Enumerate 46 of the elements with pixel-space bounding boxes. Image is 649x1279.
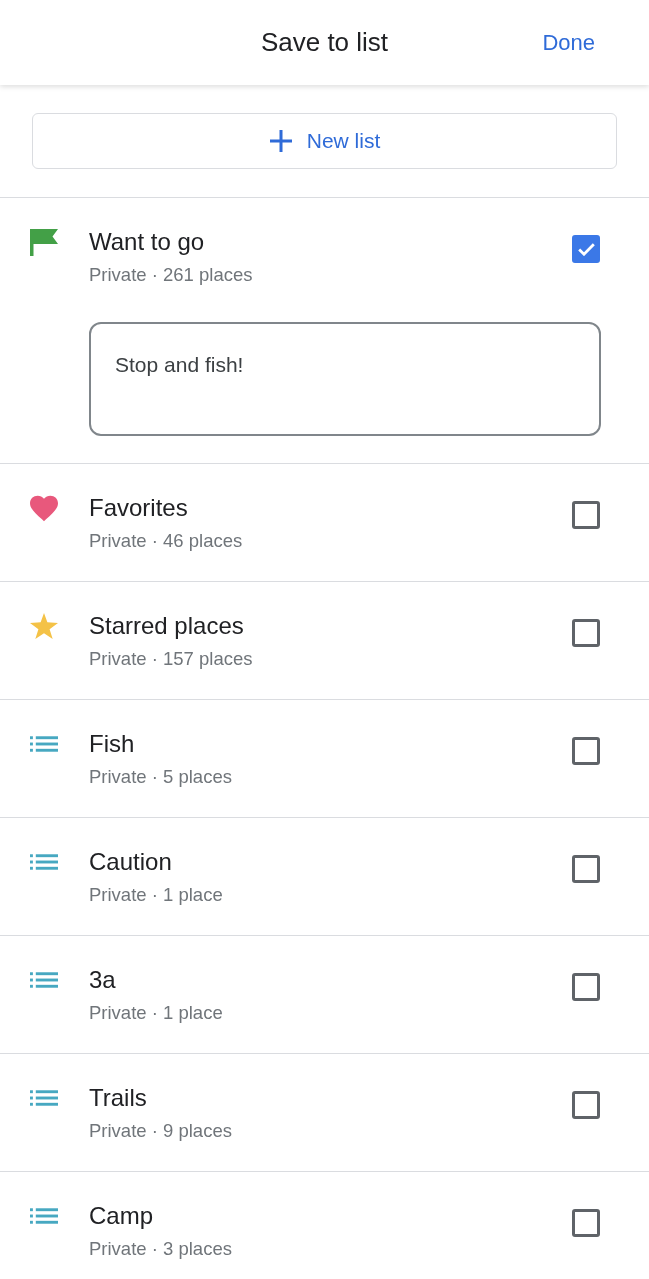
check-icon	[577, 242, 595, 256]
checkbox[interactable]	[572, 501, 600, 529]
list-name: Fish	[89, 730, 136, 758]
list-icon	[30, 854, 58, 870]
list-icon	[30, 1208, 58, 1224]
list-row[interactable]: Caution Private · 1 place	[0, 818, 649, 936]
list-name: Caution	[89, 848, 173, 876]
list-details: Private · 9 places	[89, 1119, 233, 1143]
list-icon	[30, 1090, 58, 1106]
list-details: Private · 1 place	[89, 883, 224, 907]
list-row[interactable]: Starred places Private · 157 places	[0, 582, 649, 700]
dialog-title: Save to list	[260, 27, 389, 58]
list-icon	[30, 736, 58, 752]
list-details: Private · 3 places	[89, 1237, 233, 1261]
list-name: Camp	[89, 1202, 155, 1230]
checkbox[interactable]	[572, 737, 600, 765]
flag-icon	[30, 228, 58, 256]
plus-icon	[268, 129, 293, 153]
list-name: 3a	[89, 966, 117, 994]
list-details: Private · 46 places	[89, 529, 244, 553]
list-row[interactable]: Favorites Private · 46 places	[0, 464, 649, 582]
checkbox[interactable]	[572, 1091, 600, 1119]
list-details: Private · 1 place	[89, 1001, 224, 1025]
list-row[interactable]: Want to go Private · 261 places Stop and fish!	[0, 198, 649, 464]
list-row[interactable]: Fish Private · 5 places	[0, 700, 649, 818]
done-button[interactable]: Done	[542, 25, 595, 60]
list-name: Starred places	[89, 612, 245, 640]
checkbox[interactable]	[572, 235, 600, 263]
list-row[interactable]: Trails Private · 9 places	[0, 1054, 649, 1172]
list-details: Private · 261 places	[89, 263, 254, 287]
note-field[interactable]: Stop and fish!	[89, 322, 601, 436]
heart-icon	[30, 493, 58, 523]
list-row[interactable]: Camp Private · 3 places	[0, 1172, 649, 1279]
list-details: Private · 5 places	[89, 765, 233, 789]
checkbox[interactable]	[572, 1209, 600, 1237]
list-name: Want to go	[89, 228, 206, 256]
list-name: Favorites	[89, 494, 189, 522]
checkbox[interactable]	[572, 855, 600, 883]
list-details: Private · 157 places	[89, 647, 254, 671]
list-name: Trails	[89, 1084, 148, 1112]
list-icon	[30, 972, 58, 988]
star-icon	[30, 612, 58, 640]
checkbox[interactable]	[572, 973, 600, 1001]
new-list-button[interactable]: New list	[32, 113, 617, 169]
list-row[interactable]: 3a Private · 1 place	[0, 936, 649, 1054]
checkbox[interactable]	[572, 619, 600, 647]
